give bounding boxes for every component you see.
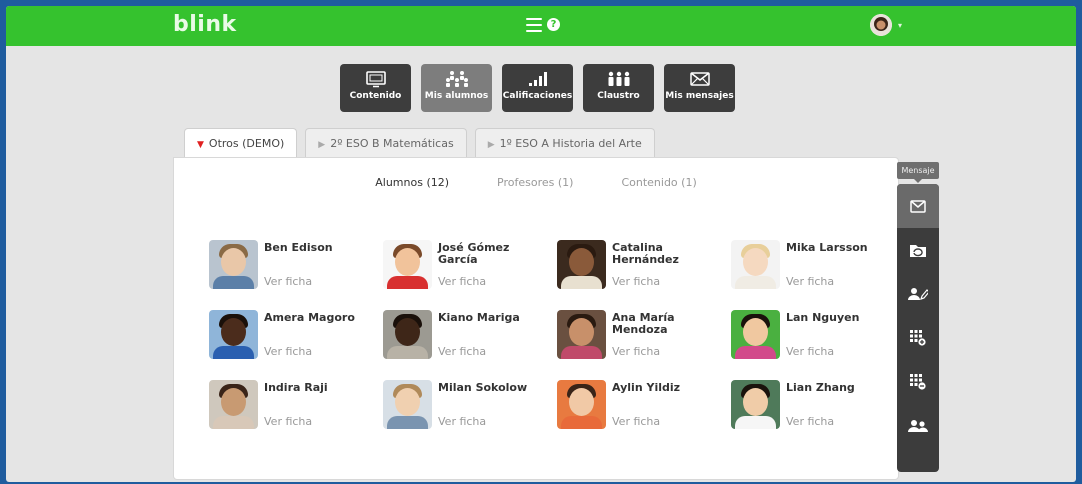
content-panel: Alumnos (12) Profesores (1) Contenido (1…	[173, 157, 899, 480]
logo[interactable]: blink	[173, 12, 237, 37]
student-card[interactable]: Ana María Mendoza Ver ficha	[557, 310, 731, 360]
student-grid: Ben Edison Ver ficha José Gómez García Ver …	[209, 240, 905, 430]
sidebar-tooltip: Mensaje	[897, 162, 939, 183]
student-card[interactable]: Amera Magoro Ver ficha	[209, 310, 383, 360]
toolbar-button-claustro[interactable]: Claustro	[583, 64, 654, 112]
student-name[interactable]: José Gómez García	[438, 242, 550, 266]
student-card[interactable]: Lian Zhang Ver ficha	[731, 380, 905, 430]
student-card[interactable]: Milan Sokolow Ver ficha	[383, 380, 557, 430]
student-name[interactable]: Amera Magoro	[264, 312, 376, 324]
grid-remove-icon	[910, 374, 926, 390]
student-photo	[383, 380, 432, 429]
chevron-down-icon[interactable]: ▾	[898, 21, 902, 30]
user-edit-icon	[908, 288, 928, 300]
view-profile-link[interactable]: Ver ficha	[438, 345, 550, 358]
student-photo	[209, 310, 258, 359]
student-card[interactable]: Lan Nguyen Ver ficha	[731, 310, 905, 360]
tab-label: 1º ESO A Historia del Arte	[499, 137, 642, 150]
student-photo	[731, 310, 780, 359]
folder-sync-button[interactable]	[897, 228, 939, 272]
subtab-alumnos[interactable]: Alumnos (12)	[375, 176, 449, 189]
action-sidebar	[897, 184, 939, 472]
toolbar-label: Calificaciones	[502, 91, 573, 101]
tab-1-eso-a-historia-del-arte[interactable]: ▶ 1º ESO A Historia del Arte	[474, 128, 655, 158]
app-window: blink ? ▾ Contenido Mis alumnos Califica…	[6, 6, 1076, 482]
edit-user-button[interactable]	[897, 272, 939, 316]
toolbar-button-mis-mensajes[interactable]: Mis mensajes	[664, 64, 735, 112]
student-photo	[557, 380, 606, 429]
staff-icon	[608, 71, 629, 86]
student-name[interactable]: Mika Larsson	[786, 242, 898, 254]
collapsed-triangle-icon: ▶	[318, 140, 326, 150]
view-profile-link[interactable]: Ver ficha	[264, 345, 376, 358]
tab-label: Otros (DEMO)	[208, 137, 285, 150]
help-icon[interactable]: ?	[547, 18, 560, 31]
student-card[interactable]: Mika Larsson Ver ficha	[731, 240, 905, 290]
view-profile-link[interactable]: Ver ficha	[438, 415, 550, 428]
toolbar-label: Mis mensajes	[665, 91, 734, 101]
student-card[interactable]: Aylin Yildiz Ver ficha	[557, 380, 731, 430]
toolbar-button-mis-alumnos[interactable]: Mis alumnos	[421, 64, 492, 112]
student-photo	[557, 310, 606, 359]
student-name[interactable]: Ana María Mendoza	[612, 312, 724, 336]
expand-triangle-icon: ▼	[197, 140, 204, 150]
student-photo	[731, 240, 780, 289]
student-card[interactable]: Catalina Hernández Ver ficha	[557, 240, 731, 290]
student-name[interactable]: Catalina Hernández	[612, 242, 724, 266]
envelope-icon	[689, 72, 710, 86]
student-card[interactable]: Ben Edison Ver ficha	[209, 240, 383, 290]
student-photo	[209, 380, 258, 429]
student-name[interactable]: Indira Raji	[264, 382, 376, 394]
view-profile-link[interactable]: Ver ficha	[786, 275, 898, 288]
view-profile-link[interactable]: Ver ficha	[786, 345, 898, 358]
tab-2-eso-b-matematicas[interactable]: ▶ 2º ESO B Matemáticas	[305, 128, 467, 158]
top-bar: blink ? ▾	[6, 6, 1076, 46]
avatar[interactable]	[870, 14, 892, 36]
subtab-profesores[interactable]: Profesores (1)	[497, 176, 573, 189]
main-toolbar: Contenido Mis alumnos Calificaciones Cla…	[340, 64, 735, 112]
collapsed-triangle-icon: ▶	[487, 140, 495, 150]
view-profile-link[interactable]: Ver ficha	[612, 415, 724, 428]
view-profile-link[interactable]: Ver ficha	[612, 345, 724, 358]
student-photo	[383, 310, 432, 359]
envelope-icon	[910, 199, 926, 213]
student-card[interactable]: José Gómez García Ver ficha	[383, 240, 557, 290]
add-to-group-button[interactable]	[897, 316, 939, 360]
student-name[interactable]: Milan Sokolow	[438, 382, 550, 394]
subtabs: Alumnos (12) Profesores (1) Contenido (1…	[174, 176, 898, 189]
bar-chart-icon	[528, 72, 547, 86]
student-card[interactable]: Kiano Mariga Ver ficha	[383, 310, 557, 360]
view-profile-link[interactable]: Ver ficha	[786, 415, 898, 428]
student-name[interactable]: Ben Edison	[264, 242, 376, 254]
student-name[interactable]: Aylin Yildiz	[612, 382, 724, 394]
toolbar-label: Contenido	[349, 91, 402, 101]
student-card[interactable]: Indira Raji Ver ficha	[209, 380, 383, 430]
student-name[interactable]: Lan Nguyen	[786, 312, 898, 324]
hamburger-icon[interactable]	[526, 18, 542, 32]
student-photo	[557, 240, 606, 289]
view-profile-link[interactable]: Ver ficha	[264, 415, 376, 428]
student-name[interactable]: Lian Zhang	[786, 382, 898, 394]
monitor-icon	[365, 71, 386, 88]
toolbar-label: Mis alumnos	[424, 91, 489, 101]
student-photo	[383, 240, 432, 289]
toolbar-button-contenido[interactable]: Contenido	[340, 64, 411, 112]
subtab-contenido[interactable]: Contenido (1)	[621, 176, 696, 189]
view-profile-link[interactable]: Ver ficha	[264, 275, 376, 288]
toolbar-button-calificaciones[interactable]: Calificaciones	[502, 64, 573, 112]
tab-label: 2º ESO B Matemáticas	[330, 137, 454, 150]
student-photo	[209, 240, 258, 289]
grid-add-icon	[910, 330, 926, 346]
users-icon	[908, 420, 928, 432]
group-users-button[interactable]	[897, 404, 939, 448]
remove-from-group-button[interactable]	[897, 360, 939, 404]
view-profile-link[interactable]: Ver ficha	[438, 275, 550, 288]
send-message-button[interactable]	[897, 184, 939, 228]
student-name[interactable]: Kiano Mariga	[438, 312, 550, 324]
students-icon	[445, 71, 468, 87]
view-profile-link[interactable]: Ver ficha	[612, 275, 724, 288]
folder-sync-icon	[910, 244, 926, 257]
toolbar-label: Claustro	[597, 91, 640, 101]
student-photo	[731, 380, 780, 429]
